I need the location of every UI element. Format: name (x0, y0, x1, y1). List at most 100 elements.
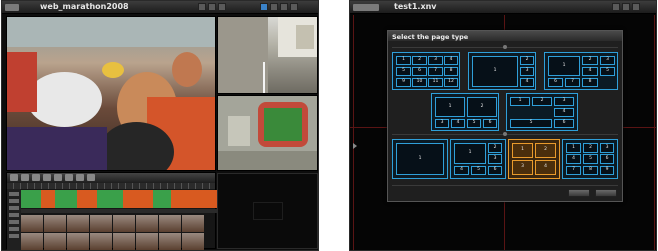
layout-cell: 9 (600, 166, 614, 175)
title-bar: test1.xnv (350, 1, 656, 14)
thumbnail-strip[interactable] (21, 233, 204, 250)
layout-cell: 2 (488, 143, 502, 153)
layout-option-selected[interactable]: 1 2 3 4 (508, 139, 560, 179)
timeline-ruler[interactable] (7, 183, 215, 189)
map-pane[interactable] (217, 95, 318, 171)
app-logo-icon (5, 4, 19, 11)
layout-cell: 3 (520, 67, 534, 76)
layout-cell: 6 (554, 119, 574, 128)
toolbar-icon[interactable] (218, 3, 226, 11)
layout-cell: 6 (412, 67, 427, 76)
layout-cell: 1 (566, 143, 581, 153)
layout-cell: 2 (520, 56, 534, 65)
maximize-icon[interactable] (280, 3, 288, 11)
layout-cell: 3 (488, 154, 502, 164)
close-icon[interactable] (290, 3, 298, 11)
transport-controls (7, 173, 215, 183)
timeline-panel (6, 172, 217, 250)
video-pane-marathon-crowd[interactable] (6, 16, 216, 171)
layout-cell: 2 (583, 143, 598, 153)
minimize-icon[interactable] (270, 3, 278, 11)
layout-cell: 5 (600, 67, 615, 76)
play-icon[interactable] (32, 174, 40, 181)
toolbar-icon[interactable] (198, 3, 206, 11)
layout-cell: 4 (535, 160, 556, 175)
layout-cell: 5 (396, 67, 411, 76)
layout-cell: 6 (483, 119, 497, 128)
layout-option[interactable]: 1 2 3 4 5 6 (506, 93, 578, 131)
layout-cell: 3 (435, 119, 449, 128)
section-separator (392, 185, 618, 186)
layout-option[interactable]: 1 2 3 4 5 6 7 8 (544, 52, 618, 90)
layout-cell: 8 (444, 67, 458, 76)
layout-cell: 2 (532, 97, 552, 106)
section-separator (392, 132, 618, 136)
step-forward-icon[interactable] (65, 174, 73, 181)
layout-cell: 2 (582, 56, 598, 65)
layout-cell: 3 (428, 56, 443, 65)
title-bar: web_marathon2008 (2, 1, 318, 14)
window-title: test1.xnv (394, 2, 437, 11)
layout-option[interactable]: 1 2 3 4 5 6 (431, 93, 499, 131)
layout-cell: 7 (428, 67, 443, 76)
layout-cell: 4 (451, 119, 465, 128)
layout-option[interactable]: 1 2 3 4 5 6 (450, 139, 506, 179)
window-title: web_marathon2008 (40, 2, 129, 11)
layout-option[interactable]: 1 2 3 4 5 6 7 8 9 (562, 139, 618, 179)
layout-cell: 9 (396, 78, 411, 87)
layout-cell: 4 (582, 67, 598, 76)
empty-video-pane[interactable] (217, 173, 318, 249)
minimize-icon[interactable] (612, 3, 620, 11)
section-separator (392, 45, 618, 49)
record-icon[interactable] (87, 174, 95, 181)
pause-icon[interactable] (43, 174, 51, 181)
layout-option[interactable]: 1 (392, 139, 448, 179)
window-controls (260, 3, 298, 11)
ok-button[interactable] (568, 189, 590, 197)
layout-cell: 2 (535, 143, 556, 158)
layout-cell: 12 (444, 78, 458, 87)
layout-cell: 7 (565, 78, 580, 87)
maximize-icon[interactable] (622, 3, 630, 11)
layout-option[interactable]: 1 2 3 4 5 6 7 8 9 10 11 12 (392, 52, 460, 90)
window-controls (612, 3, 640, 11)
layout-cell: 5 (583, 154, 598, 164)
layout-cell: 5 (510, 119, 552, 128)
layout-cell: 8 (583, 166, 598, 175)
layout-cell: 5 (467, 119, 481, 128)
layout-cell: 8 (582, 78, 598, 87)
layout-cell: 11 (428, 78, 443, 87)
toolbar-icons (198, 3, 226, 11)
close-icon[interactable] (632, 3, 640, 11)
cancel-button[interactable] (595, 189, 617, 197)
rewind-icon[interactable] (10, 174, 18, 181)
layout-cell: 6 (488, 166, 502, 175)
fast-forward-icon[interactable] (76, 174, 84, 181)
step-back-icon[interactable] (21, 174, 29, 181)
layout-cell: 3 (600, 56, 615, 65)
layout-cell: 10 (412, 78, 427, 87)
layout-cell: 3 (600, 143, 614, 153)
layout-cell: 1 (396, 143, 444, 175)
thumbnail-strip[interactable] (21, 215, 204, 232)
page-arrow-icon[interactable] (353, 143, 357, 149)
video-editor-window: web_marathon2008 (1, 0, 319, 251)
video-pane-street[interactable] (217, 16, 318, 94)
timeline-track[interactable] (21, 190, 217, 208)
window-control-icon[interactable] (260, 3, 268, 11)
layout-cell: 1 (454, 143, 486, 164)
layout-cell: 1 (510, 97, 530, 106)
layout-cell: 4 (454, 166, 469, 175)
layout-option[interactable]: 1 2 3 4 (468, 52, 536, 90)
layout-editor-window: test1.xnv Select the page type 1 2 3 4 5… (349, 0, 657, 251)
layout-cell: 2 (412, 56, 427, 65)
stop-icon[interactable] (54, 174, 62, 181)
layout-cell: 4 (554, 108, 574, 117)
layout-cell: 5 (471, 166, 486, 175)
layout-cell: 1 (435, 97, 465, 117)
layout-cell: 6 (548, 78, 563, 87)
layout-cell: 4 (520, 78, 534, 87)
page-type-dialog: Select the page type 1 2 3 4 5 6 7 8 9 1… (387, 30, 623, 202)
layout-cell: 1 (472, 56, 518, 87)
toolbar-icon[interactable] (208, 3, 216, 11)
